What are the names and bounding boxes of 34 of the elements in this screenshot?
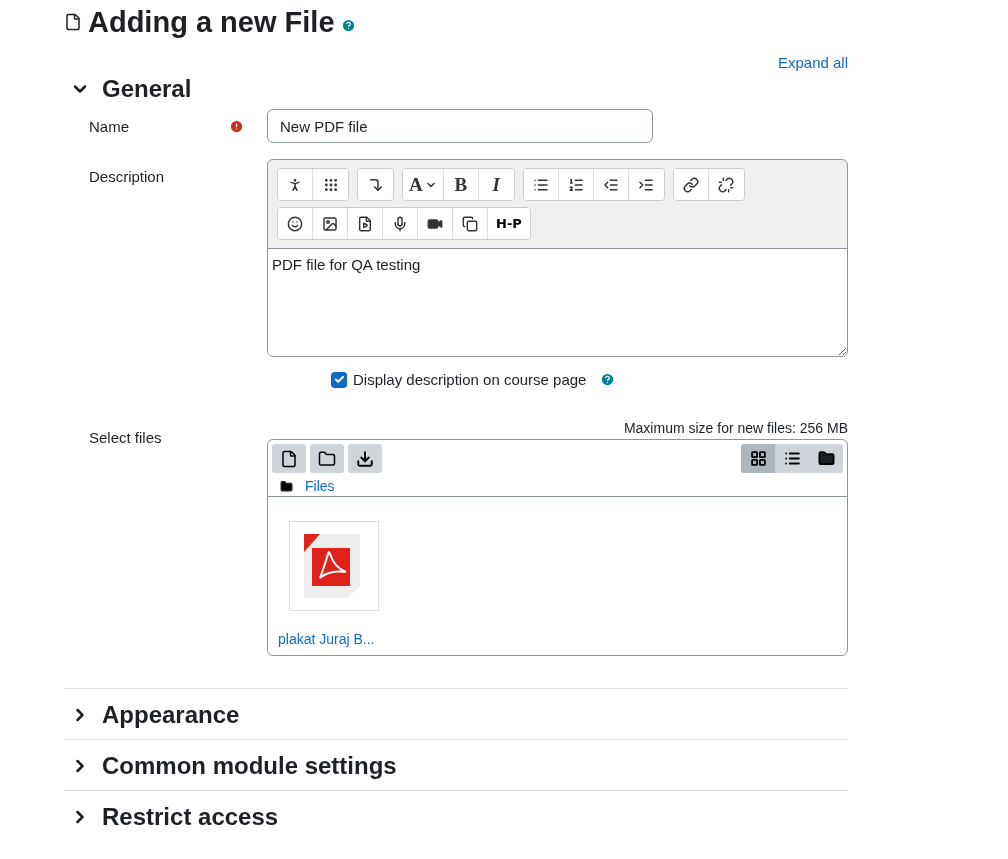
check-icon — [333, 374, 345, 385]
link-icon[interactable] — [673, 169, 709, 200]
description-textarea[interactable]: PDF file for QA testing — [268, 248, 847, 356]
list-view-icon[interactable] — [775, 444, 809, 473]
section-title[interactable]: Restrict access — [102, 803, 279, 831]
folder-icon — [280, 479, 293, 493]
page-title: Adding a new File — [88, 5, 335, 39]
arrow-down-icon[interactable] — [358, 169, 393, 200]
expand-all-link[interactable]: Expand all — [777, 54, 848, 71]
accessibility-icon[interactable] — [278, 169, 313, 200]
file-icon — [64, 13, 82, 31]
file-name-link[interactable]: plakat Juraj B... — [278, 631, 378, 647]
field-label: Description — [89, 167, 166, 185]
bullet-list-icon[interactable] — [523, 169, 559, 200]
folder-icon[interactable] — [310, 444, 344, 473]
add-file-icon[interactable] — [272, 444, 306, 473]
section-title[interactable]: Appearance — [102, 701, 240, 729]
section-title[interactable]: General — [102, 75, 192, 103]
field-label: Name — [89, 117, 130, 135]
help-icon[interactable] — [340, 17, 356, 33]
grid-view-icon[interactable] — [741, 444, 775, 473]
font-size-button[interactable]: A — [403, 169, 444, 200]
path-link[interactable]: Files — [305, 478, 335, 494]
section-title[interactable]: Common module settings — [102, 752, 397, 780]
help-icon[interactable] — [600, 372, 616, 387]
name-input[interactable]: New PDF file — [267, 109, 653, 143]
folder-view-icon[interactable] — [809, 444, 843, 473]
field-label: Select files — [89, 428, 163, 446]
checkbox-label: Display description on course page — [353, 371, 587, 388]
max-size-text: Maximum size for new files: 256 MB — [622, 420, 848, 436]
file-thumbnail[interactable] — [289, 521, 379, 611]
checkbox[interactable] — [331, 371, 347, 388]
download-icon[interactable] — [348, 444, 382, 473]
smiley-icon[interactable] — [278, 208, 313, 239]
